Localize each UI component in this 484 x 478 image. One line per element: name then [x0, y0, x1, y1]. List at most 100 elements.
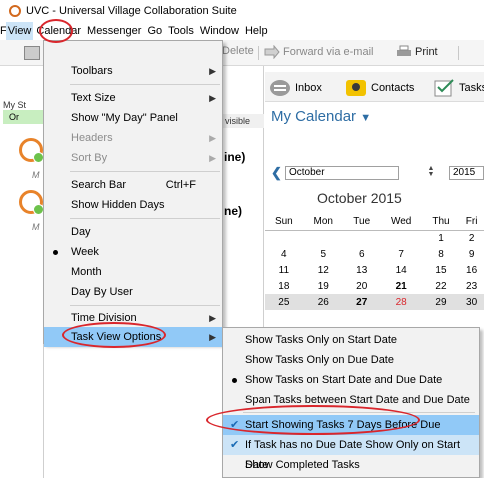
weekday-label: Mon — [302, 214, 344, 231]
user-initial: M — [32, 222, 40, 232]
print-icon — [397, 45, 411, 56]
submenu-item-start-and-due[interactable]: Show Tasks on Start Date and Due Date — [223, 370, 479, 390]
tasks-button[interactable]: Tasks — [433, 79, 484, 97]
menu-separator — [70, 171, 220, 172]
menu-item-show-my-day[interactable]: Show "My Day" Panel — [44, 108, 222, 128]
day-cell[interactable]: 1 — [423, 230, 459, 246]
submenu-item-completed[interactable]: Show Completed Tasks — [223, 455, 479, 475]
menu-help[interactable]: Help — [242, 22, 271, 40]
visible-column-header[interactable]: visible — [222, 114, 264, 128]
day-cell[interactable]: 9 — [459, 246, 484, 262]
day-cell[interactable]: 6 — [344, 246, 380, 262]
submenu-item-label: Show Tasks Only on Due Date — [245, 354, 394, 366]
new-item-icon[interactable] — [24, 46, 40, 60]
submenu-item-no-due[interactable]: ✔ If Task has no Due Date Show Only on S… — [223, 435, 479, 471]
submenu-item-label: Show Tasks Only on Start Date — [245, 334, 398, 346]
menu-tools[interactable]: Tools — [165, 22, 197, 40]
submenu-arrow-icon: ▶ — [209, 133, 216, 143]
previous-month-icon[interactable]: ❮ — [271, 165, 282, 181]
task-view-options-submenu: Show Tasks Only on Start Date Show Tasks… — [222, 327, 480, 478]
print-button[interactable]: Print — [396, 45, 438, 59]
day-cell[interactable]: 13 — [344, 262, 380, 278]
menu-item-search-bar[interactable]: Search Bar Ctrl+F — [44, 175, 222, 195]
menu-separator — [70, 218, 220, 219]
delete-label: Delete — [222, 45, 254, 57]
day-cell[interactable]: 15 — [423, 262, 459, 278]
mid-pane-text: ne) — [224, 204, 242, 218]
day-cell[interactable] — [344, 230, 380, 246]
menu-item-toolbars[interactable]: Toolbars ▶ — [44, 61, 222, 81]
menu-messenger[interactable]: Messenger — [84, 22, 144, 40]
day-cell[interactable]: 28 — [379, 294, 423, 310]
month-select[interactable]: October — [285, 166, 399, 180]
tasks-label: Tasks — [459, 82, 484, 94]
status-badge[interactable]: Or — [3, 110, 43, 124]
inbox-button[interactable]: Inbox — [269, 79, 322, 97]
calendar-heading[interactable]: My Calendar ▼ — [271, 108, 371, 125]
day-cell[interactable]: 22 — [423, 278, 459, 294]
menu-item-sort-by[interactable]: Sort By ▶ — [44, 148, 222, 168]
menu-view[interactable]: View — [5, 22, 34, 40]
month-spinner-icon[interactable]: ▲ ▼ — [426, 165, 436, 180]
day-cell[interactable] — [380, 230, 423, 246]
contacts-button[interactable]: Contacts — [345, 79, 414, 97]
toolbar-separator — [258, 46, 259, 60]
day-cell[interactable]: 2 — [459, 230, 484, 246]
menu-item-week[interactable]: Week — [44, 242, 222, 262]
day-cell[interactable]: 8 — [423, 246, 459, 262]
day-cell[interactable]: 23 — [459, 278, 484, 294]
menu-item-day[interactable]: Day — [44, 222, 222, 242]
day-cell[interactable]: 26 — [302, 294, 344, 310]
submenu-item-label: Show Completed Tasks — [245, 459, 360, 471]
submenu-item-label: Start Showing Tasks 7 Days Before Due — [245, 419, 441, 431]
submenu-item-label: Show Tasks on Start Date and Due Date — [245, 374, 443, 386]
day-cell[interactable] — [303, 230, 344, 246]
menu-item-headers[interactable]: Headers ▶ — [44, 128, 222, 148]
day-cell[interactable]: 27 — [343, 294, 380, 310]
day-cell[interactable]: 11 — [265, 262, 303, 278]
left-pane-label: My St — [3, 100, 27, 110]
submenu-item-only-start[interactable]: Show Tasks Only on Start Date — [223, 330, 479, 350]
day-cell[interactable]: 20 — [344, 278, 380, 294]
inbox-label: Inbox — [295, 82, 322, 94]
menu-bar: File View Calendar Messenger Go Tools Wi… — [0, 22, 484, 40]
day-cell[interactable]: 18 — [265, 278, 303, 294]
menu-item-time-division[interactable]: Time Division ▶ — [44, 308, 222, 328]
forward-email-button[interactable]: Forward via e-mail — [264, 45, 373, 59]
menu-item-text-size[interactable]: Text Size ▶ — [44, 88, 222, 108]
menu-separator — [243, 412, 475, 413]
menu-item-day-by-user[interactable]: Day By User — [44, 282, 222, 302]
menu-item-label: Show Hidden Days — [71, 199, 165, 211]
delete-button[interactable]: Delete — [222, 45, 254, 57]
submenu-arrow-icon: ▶ — [209, 153, 216, 163]
day-cell[interactable]: 7 — [380, 246, 423, 262]
submenu-item-span[interactable]: Span Tasks between Start Date and Due Da… — [223, 390, 479, 410]
day-cell[interactable]: 5 — [303, 246, 344, 262]
user-initial: M — [32, 170, 40, 180]
submenu-item-only-due[interactable]: Show Tasks Only on Due Date — [223, 350, 479, 370]
avatar[interactable] — [19, 190, 44, 215]
menu-go[interactable]: Go — [144, 22, 165, 40]
menu-item-label: Time Division — [71, 312, 137, 324]
day-cell[interactable]: 29 — [422, 294, 460, 310]
selected-radio-icon — [232, 378, 237, 383]
day-cell[interactable]: 4 — [265, 246, 303, 262]
submenu-item-seven-days[interactable]: ✔ Start Showing Tasks 7 Days Before Due — [223, 415, 479, 435]
menu-item-task-view-options[interactable]: Task View Options ▶ — [44, 327, 222, 347]
day-cell[interactable]: 14 — [380, 262, 423, 278]
menu-item-show-hidden-days[interactable]: Show Hidden Days — [44, 195, 222, 215]
submenu-arrow-icon: ▶ — [209, 93, 216, 103]
year-select[interactable]: 2015 — [449, 166, 484, 180]
submenu-arrow-icon: ▶ — [209, 332, 216, 342]
avatar[interactable] — [19, 138, 44, 163]
day-cell[interactable]: 19 — [303, 278, 344, 294]
day-cell[interactable]: 12 — [303, 262, 344, 278]
day-cell[interactable]: 16 — [459, 262, 484, 278]
day-cell[interactable] — [265, 230, 303, 246]
day-cell[interactable]: 21 — [380, 278, 423, 294]
menu-item-month[interactable]: Month — [44, 262, 222, 282]
menu-window[interactable]: Window — [197, 22, 242, 40]
menu-calendar[interactable]: Calendar — [33, 22, 84, 40]
day-cell[interactable]: 30 — [459, 294, 484, 310]
day-cell[interactable]: 25 — [265, 294, 303, 310]
